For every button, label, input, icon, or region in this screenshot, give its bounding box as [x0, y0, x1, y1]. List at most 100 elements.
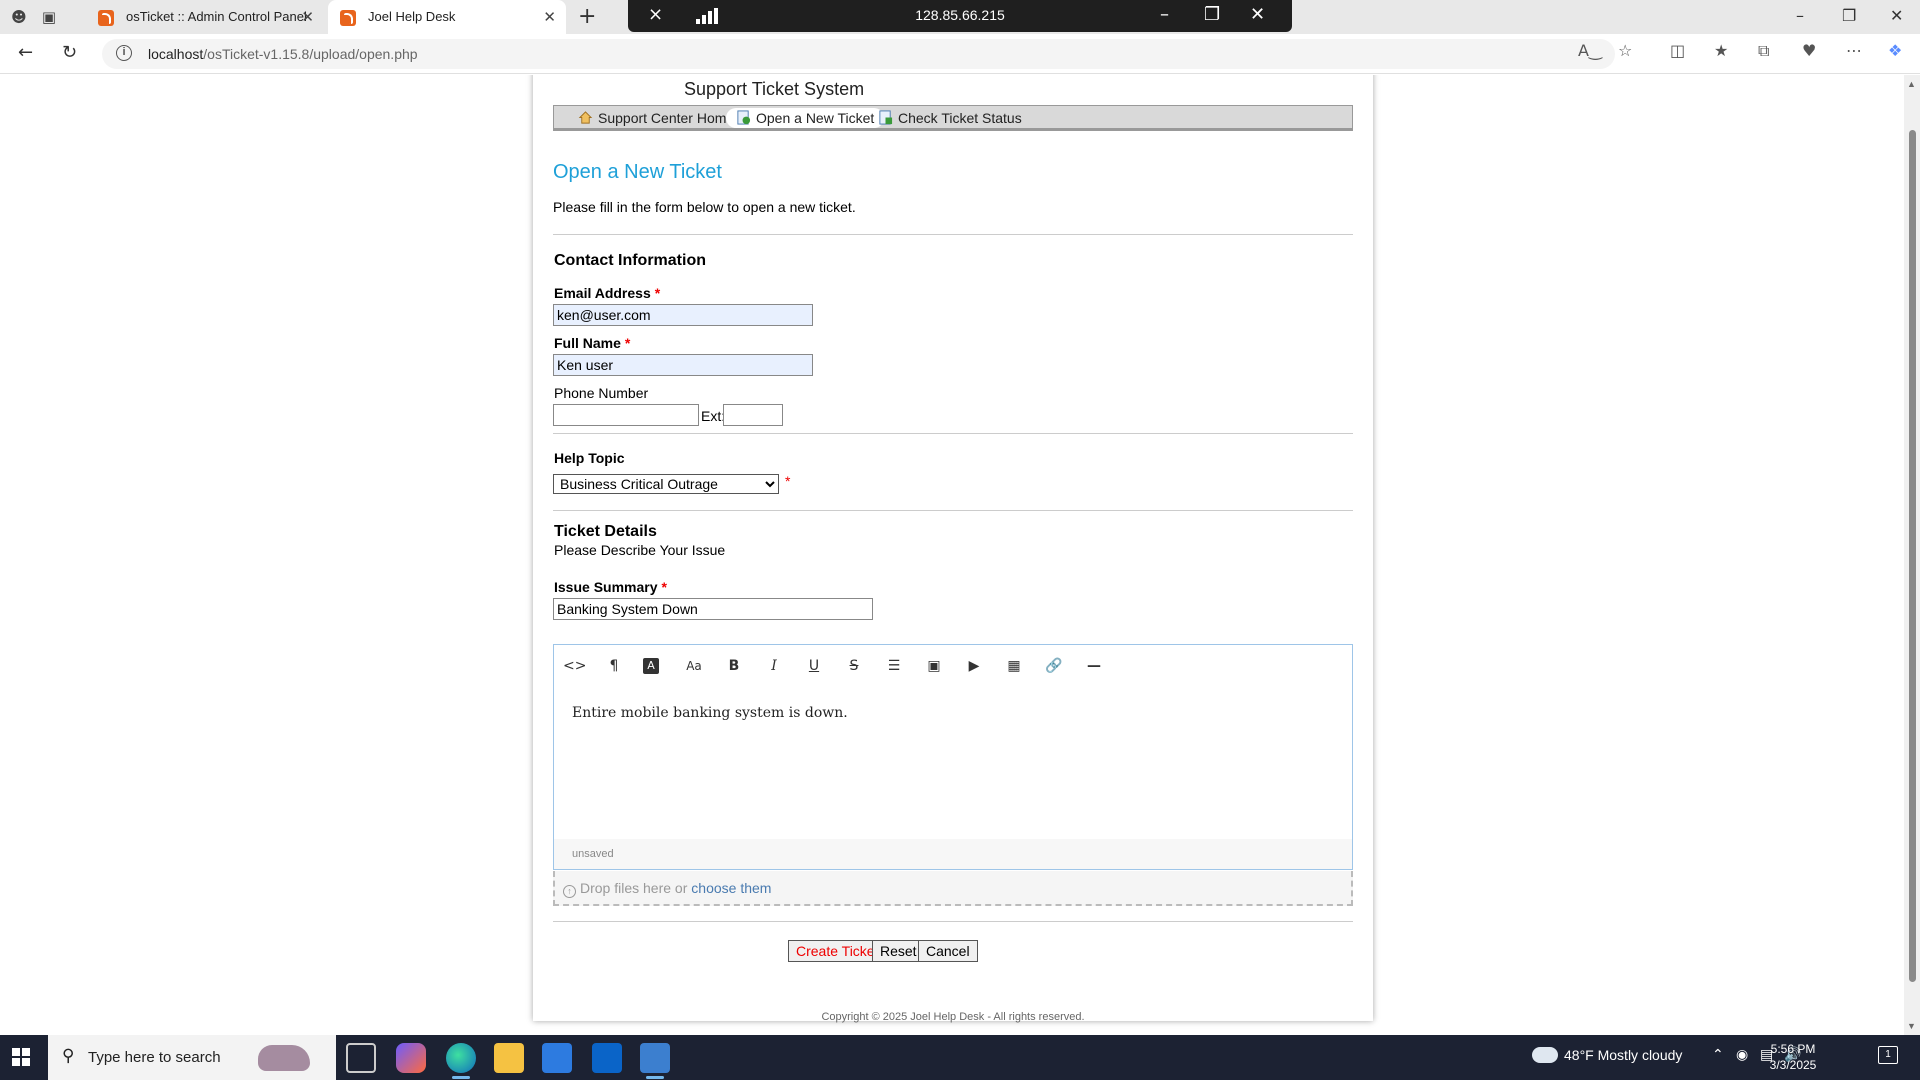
ext-label: Ext:: [701, 408, 726, 424]
paragraph-icon[interactable]: ¶: [603, 657, 625, 675]
bold-icon[interactable]: B: [723, 657, 745, 675]
ticket-status-icon: [879, 110, 893, 125]
window-minimize-icon[interactable]: –: [1796, 6, 1804, 25]
meet-now-icon[interactable]: ◉: [1736, 1047, 1748, 1063]
close-tab-icon[interactable]: ✕: [543, 0, 556, 34]
page-container: Support Ticket System Support Center Hom…: [533, 75, 1373, 1023]
tab-actions-icon[interactable]: ▣: [38, 6, 60, 28]
notification-center-icon[interactable]: 1: [1878, 1046, 1898, 1064]
osticket-favicon-icon: [98, 10, 114, 26]
collections-icon[interactable]: ⧉: [1758, 41, 1769, 61]
divider: [553, 234, 1353, 235]
browser-tab-strip: ☻ ▣ osTicket :: Admin Control Panel ✕ Jo…: [0, 0, 1920, 34]
show-hidden-icons-icon[interactable]: ⌃: [1712, 1047, 1724, 1063]
nav-open-new-ticket[interactable]: Open a New Ticket: [726, 108, 885, 128]
restore-icon[interactable]: ❐: [1204, 4, 1220, 25]
table-icon[interactable]: ▦: [1003, 657, 1025, 675]
horizontal-rule-icon[interactable]: —: [1083, 657, 1105, 675]
text-color-icon[interactable]: A: [643, 658, 659, 674]
list-icon[interactable]: ☰: [883, 657, 905, 675]
tab-joel-help-desk[interactable]: Joel Help Desk ✕: [328, 0, 566, 34]
weather-widget[interactable]: 48°F Mostly cloudy: [1529, 1042, 1682, 1063]
remote-session-bar: ⨯ 128.85.66.215 – ❐ ✕: [628, 0, 1292, 32]
link-icon[interactable]: 🔗: [1043, 657, 1065, 675]
remote-desktop-icon[interactable]: [640, 1043, 670, 1079]
upload-icon: ↑: [563, 885, 576, 898]
refresh-icon[interactable]: ↻: [62, 42, 77, 63]
ticket-details-subtitle: Please Describe Your Issue: [554, 542, 726, 558]
more-menu-icon[interactable]: ⋯: [1846, 41, 1862, 60]
task-view-icon[interactable]: [346, 1043, 376, 1073]
required-marker: *: [624, 335, 631, 351]
window-close-icon[interactable]: ✕: [1890, 6, 1903, 25]
strikethrough-icon[interactable]: S: [843, 657, 865, 675]
full-name-field[interactable]: [553, 354, 813, 376]
windows-start-icon[interactable]: [12, 1048, 30, 1066]
back-icon[interactable]: ←: [18, 42, 33, 63]
editor-body[interactable]: Entire mobile banking system is down.: [572, 705, 848, 721]
phone-field[interactable]: [553, 404, 699, 426]
email-label: Email Address *: [554, 285, 661, 301]
underline-icon[interactable]: U: [803, 657, 825, 675]
page-scrollbar[interactable]: ▲ ▼: [1904, 75, 1920, 1035]
scroll-up-icon[interactable]: ▲: [1907, 79, 1916, 89]
plus-icon[interactable]: +: [578, 4, 596, 29]
choose-files-link[interactable]: choose them: [691, 880, 771, 896]
editor-save-status: unsaved: [554, 839, 1352, 869]
code-view-icon[interactable]: <>: [563, 657, 586, 675]
ext-field[interactable]: [723, 404, 783, 426]
tab-admin-control-panel[interactable]: osTicket :: Admin Control Panel ✕: [86, 0, 324, 34]
favorite-star-icon[interactable]: ☆: [1618, 41, 1632, 60]
taskbar-clock[interactable]: 5:56 PM 3/3/2025: [1758, 1041, 1828, 1073]
taskbar-search-box[interactable]: ⚲ Type here to search: [48, 1035, 336, 1080]
search-highlight-image: [258, 1045, 310, 1071]
favorites-icon[interactable]: ★: [1714, 41, 1728, 60]
minimize-icon[interactable]: –: [1160, 4, 1169, 25]
read-aloud-icon[interactable]: A‿: [1578, 41, 1602, 60]
divider: [553, 921, 1353, 922]
nav-support-center-home[interactable]: Support Center Home: [568, 108, 744, 128]
copilot-icon[interactable]: ❖: [1888, 41, 1902, 60]
browser-toolbar: ← ↻ i localhost/osTicket-v1.15.8/upload/…: [0, 34, 1920, 74]
clock-time: 5:56 PM: [1770, 1042, 1816, 1056]
search-icon: ⚲: [62, 1046, 75, 1066]
profile-icon[interactable]: ☻: [8, 6, 30, 28]
full-name-label: Full Name *: [554, 335, 631, 351]
email-field[interactable]: [553, 304, 813, 326]
scroll-down-icon[interactable]: ▼: [1907, 1021, 1916, 1031]
editor-toolbar: <> ¶ A Aa B I U S ☰ ▣ ▶ ▦ 🔗 —: [554, 645, 1352, 687]
divider: [553, 510, 1353, 511]
close-tab-icon[interactable]: ✕: [301, 0, 314, 34]
site-info-icon[interactable]: i: [116, 45, 132, 61]
scrollbar-thumb[interactable]: [1909, 130, 1916, 982]
url-text[interactable]: localhost/osTicket-v1.15.8/upload/open.p…: [148, 46, 418, 62]
video-icon[interactable]: ▶: [963, 657, 985, 675]
close-icon[interactable]: ✕: [1250, 4, 1265, 25]
window-restore-icon[interactable]: ❐: [1842, 6, 1856, 25]
image-icon[interactable]: ▣: [923, 657, 945, 675]
reset-button[interactable]: Reset: [872, 940, 925, 962]
help-topic-select[interactable]: Business Critical Outrage: [553, 474, 779, 494]
font-size-icon[interactable]: Aa: [683, 657, 705, 675]
edge-browser-icon[interactable]: [446, 1043, 476, 1079]
italic-icon[interactable]: I: [763, 657, 785, 675]
microsoft-store-icon[interactable]: [542, 1043, 572, 1073]
outlook-icon[interactable]: [592, 1043, 622, 1073]
browser-essentials-icon[interactable]: ♥: [1802, 41, 1816, 60]
nav-label: Check Ticket Status: [898, 110, 1022, 126]
issue-summary-label: Issue Summary *: [554, 579, 667, 595]
copilot-app-icon[interactable]: [396, 1043, 426, 1073]
new-ticket-icon: [737, 110, 751, 125]
issue-summary-field[interactable]: [553, 598, 873, 620]
clock-date: 3/3/2025: [1769, 1058, 1817, 1072]
cancel-button[interactable]: Cancel: [918, 940, 978, 962]
required-marker: *: [654, 285, 661, 301]
windows-taskbar: ⚲ Type here to search 48°F Mostly cloudy…: [0, 1035, 1920, 1080]
file-explorer-icon[interactable]: [494, 1043, 524, 1073]
address-bar[interactable]: i localhost/osTicket-v1.15.8/upload/open…: [102, 39, 1615, 69]
search-placeholder: Type here to search: [88, 1049, 221, 1066]
attachment-dropzone[interactable]: ↑ Drop files here or choose them: [553, 871, 1353, 906]
nav-check-ticket-status[interactable]: Check Ticket Status: [868, 108, 1032, 128]
tab-title: Joel Help Desk: [368, 9, 456, 24]
split-screen-icon[interactable]: ◫: [1670, 41, 1685, 60]
